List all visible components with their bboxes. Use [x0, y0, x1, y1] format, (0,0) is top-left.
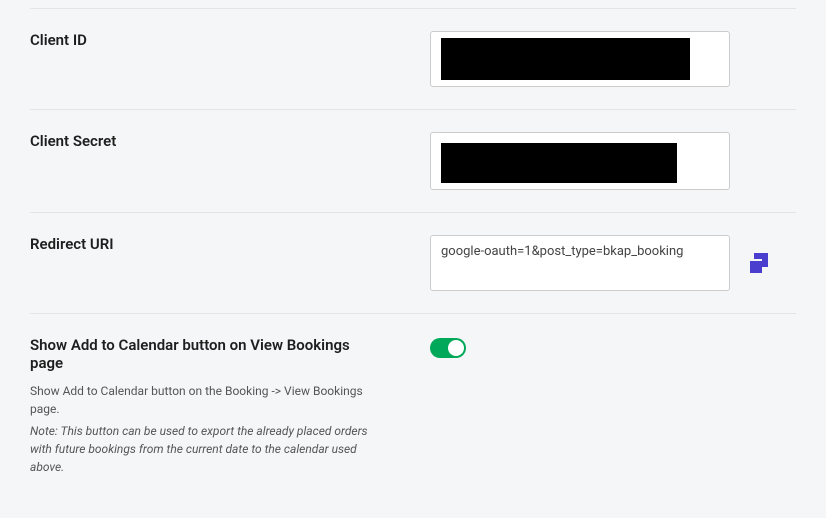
input-client-secret[interactable] — [430, 132, 730, 190]
row-client-secret: Client Secret — [30, 109, 796, 212]
label-show-add-calendar: Show Add to Calendar button on View Book… — [30, 336, 380, 372]
row-redirect-uri: Redirect URI google-oauth=1&post_type=bk… — [30, 212, 796, 314]
label-client-id: Client ID — [30, 31, 410, 49]
sub-show-add-calendar: Show Add to Calendar button on the Booki… — [30, 382, 380, 418]
toggle-show-add-calendar[interactable] — [430, 338, 466, 358]
input-redirect-uri[interactable]: google-oauth=1&post_type=bkap_booking — [430, 235, 730, 291]
toggle-knob — [448, 340, 464, 356]
redacted-block — [441, 143, 677, 183]
row-show-add-calendar: Show Add to Calendar button on View Book… — [30, 314, 796, 498]
label-client-secret: Client Secret — [30, 132, 410, 150]
note-show-add-calendar: Note: This button can be used to export … — [30, 422, 380, 476]
redacted-block — [441, 38, 690, 80]
label-redirect-uri: Redirect URI — [30, 235, 410, 253]
input-client-id[interactable] — [430, 31, 730, 87]
row-client-id: Client ID — [30, 8, 796, 109]
copy-icon[interactable] — [748, 253, 768, 273]
